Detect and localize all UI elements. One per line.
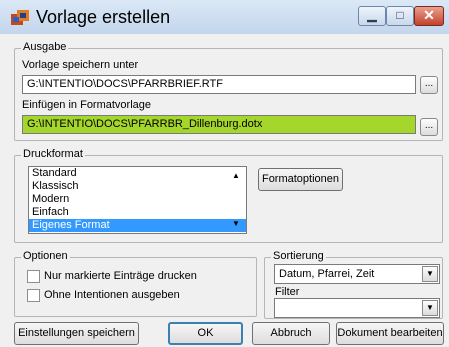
list-item[interactable]: Modern	[29, 193, 246, 206]
list-scrollbar[interactable]: ▲ ▼	[226, 166, 246, 234]
save-path-field[interactable]: G:\INTENTIO\DOCS\PFARRBRIEF.RTF	[22, 75, 416, 94]
app-icon	[11, 10, 29, 25]
filter-select[interactable]: ▼	[274, 298, 440, 318]
format-options-button[interactable]: Formatoptionen	[258, 168, 343, 191]
sort-order-value: Datum, Pfarrei, Zeit	[279, 268, 375, 280]
print-format-list[interactable]: Standard Klassisch Modern Einfach Eigene…	[28, 166, 247, 234]
dropdown-arrow-icon[interactable]: ▼	[422, 266, 438, 282]
optionen-group-title: Optionen	[21, 250, 70, 262]
cancel-button[interactable]: Abbruch	[252, 322, 330, 345]
title-bar[interactable]: Vorlage erstellen ▁ □ ✕	[0, 0, 449, 34]
format-options-label: Formatoptionen	[261, 173, 340, 185]
dialog-window: Vorlage erstellen ▁ □ ✕ Ausgabe Vorlage …	[0, 0, 449, 347]
browse-template-button[interactable]: ...	[420, 118, 438, 136]
ok-label: OK	[197, 327, 214, 339]
insert-template-label: Einfügen in Formatvorlage	[22, 99, 152, 111]
minimize-button[interactable]: ▁	[358, 6, 386, 26]
list-item[interactable]: Standard	[29, 167, 246, 180]
browse-save-button[interactable]: ...	[420, 76, 438, 94]
marked-only-checkbox[interactable]	[27, 270, 40, 283]
scroll-down-icon[interactable]: ▼	[226, 218, 246, 230]
maximize-icon: □	[396, 8, 404, 22]
minimize-icon: ▁	[367, 8, 377, 22]
list-item-selected[interactable]: Eigenes Format	[29, 219, 246, 232]
save-as-label: Vorlage speichern unter	[22, 59, 139, 71]
maximize-button[interactable]: □	[386, 6, 414, 26]
without-intentions-checkbox[interactable]	[27, 289, 40, 302]
window-title: Vorlage erstellen	[36, 7, 171, 27]
close-button[interactable]: ✕	[414, 6, 444, 26]
druckformat-group-title: Druckformat	[21, 148, 85, 160]
filter-label: Filter	[275, 286, 300, 298]
without-intentions-label[interactable]: Ohne Intentionen ausgeben	[44, 289, 180, 301]
edit-document-label: Dokument bearbeiten	[337, 327, 443, 339]
edit-document-button[interactable]: Dokument bearbeiten	[336, 322, 444, 345]
list-item[interactable]: Klassisch	[29, 180, 246, 193]
dropdown-arrow-icon[interactable]: ▼	[422, 300, 438, 316]
template-path-field[interactable]: G:\INTENTIO\DOCS\PFARRBR_Dillenburg.dotx	[22, 115, 416, 134]
sortierung-group-title: Sortierung	[271, 250, 326, 262]
sort-order-select[interactable]: Datum, Pfarrei, Zeit ▼	[274, 264, 440, 284]
cancel-label: Abbruch	[270, 327, 312, 339]
close-icon: ✕	[423, 7, 435, 23]
list-item[interactable]: Einfach	[29, 206, 246, 219]
ausgabe-group-title: Ausgabe	[21, 41, 69, 53]
ok-button[interactable]: OK	[168, 322, 243, 345]
save-settings-button[interactable]: Einstellungen speichern	[14, 322, 139, 345]
scroll-up-icon[interactable]: ▲	[226, 170, 246, 182]
marked-only-label[interactable]: Nur markierte Einträge drucken	[44, 270, 197, 282]
save-settings-label: Einstellungen speichern	[18, 327, 135, 339]
optionen-group: Optionen	[14, 250, 257, 317]
